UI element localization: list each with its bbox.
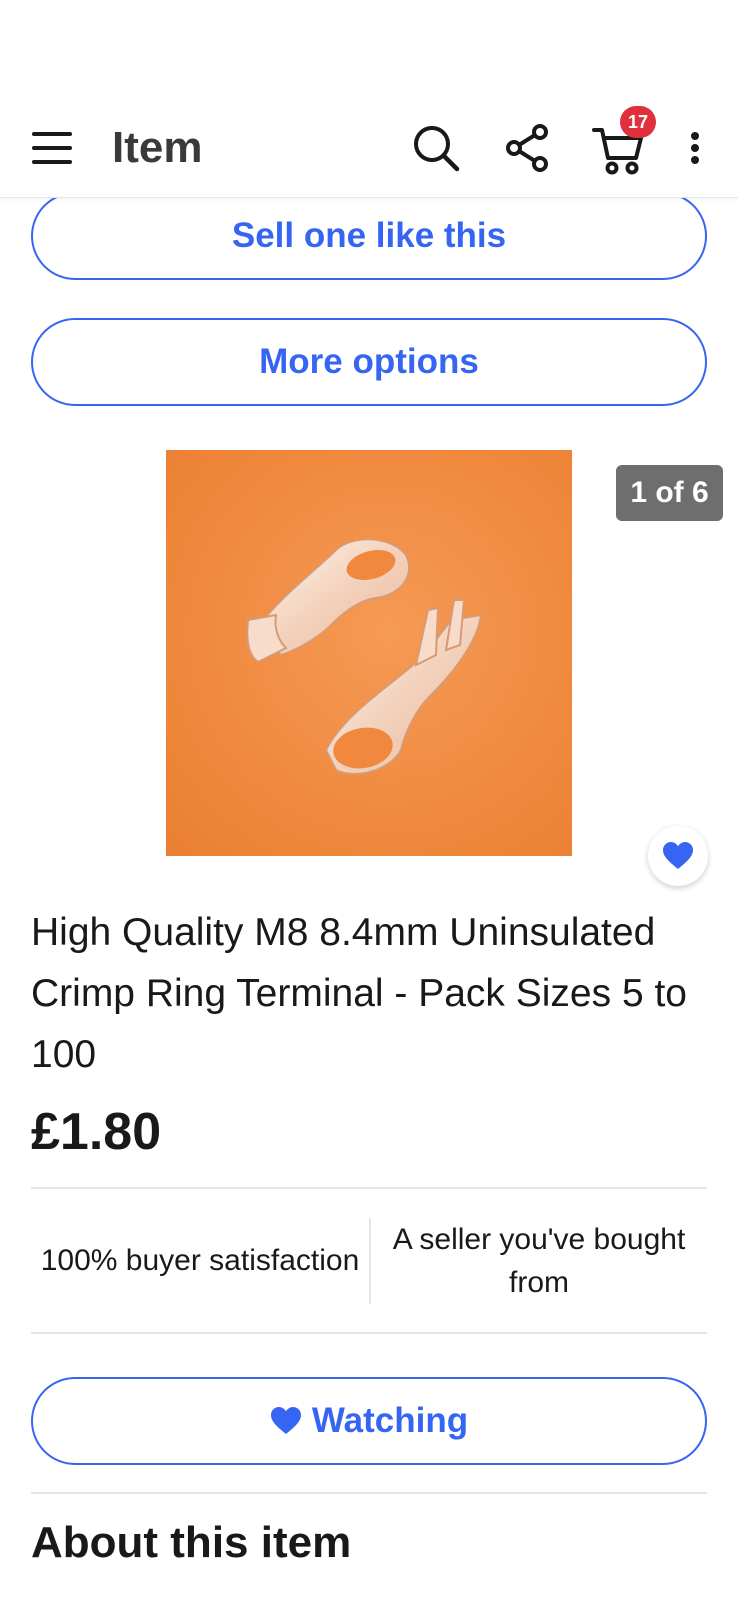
status-bar-area xyxy=(0,0,738,98)
divider xyxy=(31,1187,707,1189)
product-image[interactable] xyxy=(166,450,572,856)
page-title: Item xyxy=(112,123,203,172)
product-title: High Quality M8 8.4mm Uninsulated Crimp … xyxy=(31,911,687,1076)
divider xyxy=(31,1492,707,1494)
heart-icon xyxy=(270,1406,302,1436)
search-icon xyxy=(414,126,460,172)
sell-one-like-this-button[interactable]: Sell one like this xyxy=(31,192,707,280)
watching-label: Watching xyxy=(311,1401,469,1440)
app-bar: Item 17 xyxy=(0,98,738,198)
share-button[interactable] xyxy=(502,122,554,174)
seller-info: 100% buyer satisfaction A seller you've … xyxy=(31,1190,707,1332)
search-button[interactable] xyxy=(410,122,462,174)
image-counter-badge: 1 of 6 xyxy=(616,465,723,521)
ring-terminal-illustration xyxy=(246,538,483,775)
about-section-title: About this item xyxy=(31,1518,352,1567)
watch-heart-button[interactable] xyxy=(648,826,708,886)
buyer-satisfaction: 100% buyer satisfaction xyxy=(40,1244,360,1277)
menu-icon xyxy=(32,132,72,164)
more-vertical-icon xyxy=(691,132,699,164)
seller-relationship: A seller you've bought from xyxy=(392,1223,686,1299)
watching-button[interactable]: Watching xyxy=(31,1377,707,1465)
more-options-button[interactable]: More options xyxy=(31,318,707,406)
product-price: £1.80 xyxy=(31,1103,162,1161)
divider xyxy=(31,1332,707,1334)
more-options-menu-button[interactable] xyxy=(680,122,710,174)
cart-count-badge: 17 xyxy=(620,106,656,138)
heart-icon xyxy=(663,842,693,869)
share-icon xyxy=(506,124,548,172)
menu-button[interactable] xyxy=(28,126,76,170)
